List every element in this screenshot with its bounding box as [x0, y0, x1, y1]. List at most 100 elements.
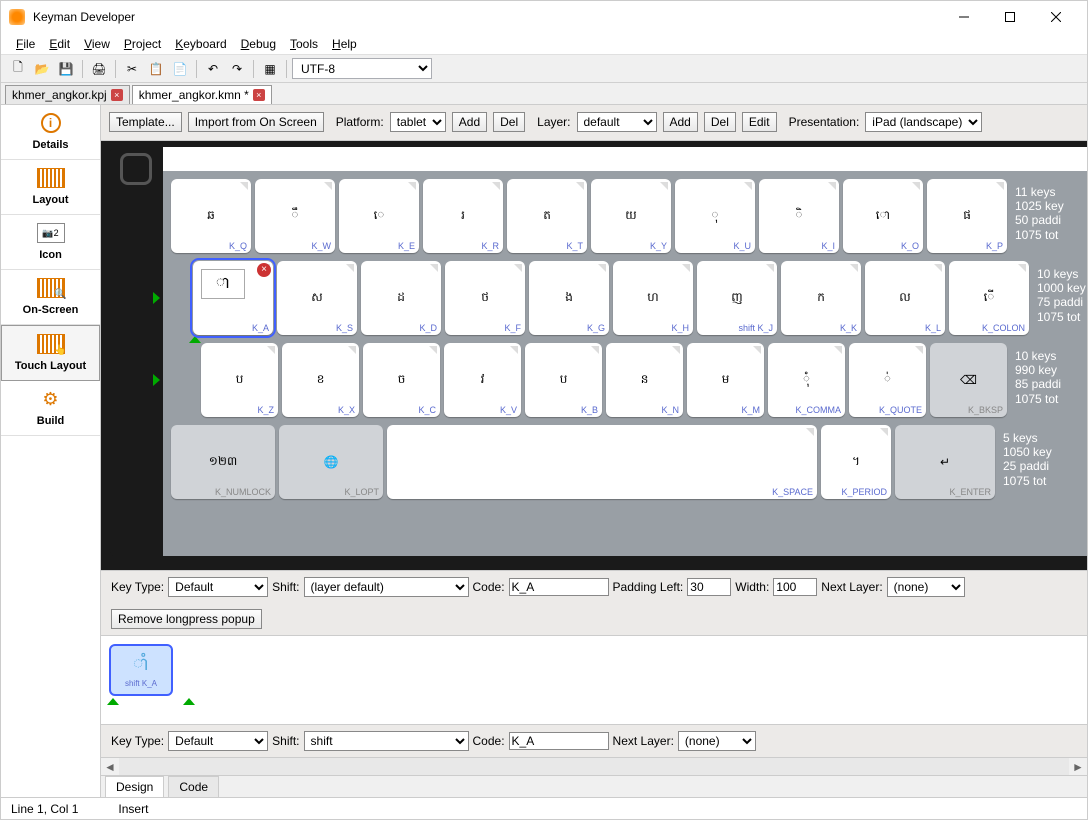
key-k_y[interactable]: យK_Y [591, 179, 671, 253]
key-k_space[interactable]: K_SPACE [387, 425, 817, 499]
key-k_f[interactable]: ថK_F [445, 261, 525, 335]
remove-longpress-button[interactable]: Remove longpress popup [111, 609, 262, 629]
nav-details[interactable]: iDetails [1, 105, 100, 160]
key-k_g[interactable]: ងK_G [529, 261, 609, 335]
layer-select[interactable]: default [577, 112, 657, 132]
key-k_u[interactable]: ុK_U [675, 179, 755, 253]
run-icon[interactable]: ▦ [259, 58, 281, 80]
key-k_i[interactable]: ិK_I [759, 179, 839, 253]
tab-kmn[interactable]: khmer_angkor.kmn *× [132, 85, 272, 104]
key-k_d[interactable]: ដK_D [361, 261, 441, 335]
padding-input[interactable] [687, 578, 731, 596]
print-icon[interactable]: 🖨 [88, 58, 110, 80]
key-delete-icon[interactable]: × [257, 263, 271, 277]
add-row-marker-icon[interactable] [153, 292, 160, 304]
keytype-select[interactable]: Default [168, 577, 268, 597]
key-k_a[interactable]: K_A×ា [193, 261, 273, 335]
nav-layout[interactable]: Layout [1, 160, 100, 215]
shift-select[interactable]: shift [304, 731, 469, 751]
key-shift k_j[interactable]: ញshift K_J [697, 261, 777, 335]
width-input[interactable] [773, 578, 817, 596]
key-k_bksp[interactable]: ⌫K_BKSP [930, 343, 1007, 417]
copy-icon[interactable]: 📋 [145, 58, 167, 80]
layer-edit-button[interactable]: Edit [742, 112, 777, 132]
key-k_s[interactable]: សK_S [277, 261, 357, 335]
key-k_e[interactable]: េK_E [339, 179, 419, 253]
import-button[interactable]: Import from On Screen [188, 112, 324, 132]
key-k_v[interactable]: វK_V [444, 343, 521, 417]
open-icon[interactable]: 📂 [31, 58, 53, 80]
horizontal-scrollbar[interactable]: ◄ ► [101, 757, 1087, 775]
maximize-button[interactable] [987, 1, 1033, 33]
presentation-select[interactable]: iPad (landscape) [865, 112, 982, 132]
longpress-key[interactable]: ាំ shift K_A [109, 644, 173, 696]
key-k_c[interactable]: ចK_C [363, 343, 440, 417]
nav-onscreen[interactable]: 🔍On-Screen [1, 270, 100, 325]
menu-edit[interactable]: Edit [42, 37, 77, 51]
key-k_x[interactable]: ខK_X [282, 343, 359, 417]
code-tab[interactable]: Code [168, 776, 219, 797]
menu-keyboard[interactable]: Keyboard [168, 37, 233, 51]
add-row-marker-icon[interactable] [153, 374, 160, 386]
redo-icon[interactable]: ↷ [226, 58, 248, 80]
code-input[interactable] [509, 732, 609, 750]
key-k_r[interactable]: រK_R [423, 179, 503, 253]
key-k_enter[interactable]: ↵K_ENTER [895, 425, 995, 499]
tab-kpj[interactable]: khmer_angkor.kpj× [5, 85, 130, 104]
add-marker-icon[interactable] [107, 698, 119, 705]
menu-tools[interactable]: Tools [283, 37, 325, 51]
key-k_o[interactable]: ោK_O [843, 179, 923, 253]
key-k_q[interactable]: ឆK_Q [171, 179, 251, 253]
scroll-right-icon[interactable]: ► [1069, 758, 1087, 775]
key-k_quote[interactable]: ់K_QUOTE [849, 343, 926, 417]
nav-icon[interactable]: 📷2Icon [1, 215, 100, 270]
nextlayer-select[interactable]: (none) [678, 731, 756, 751]
key-k_z[interactable]: បK_Z [201, 343, 278, 417]
add-row-marker-icon[interactable] [189, 336, 201, 343]
key-k_k[interactable]: កK_K [781, 261, 861, 335]
key-k_n[interactable]: នK_N [606, 343, 683, 417]
key-k_period[interactable]: ។K_PERIOD [821, 425, 891, 499]
nextlayer-select[interactable]: (none) [887, 577, 965, 597]
key-k_numlock[interactable]: ១២៣K_NUMLOCK [171, 425, 275, 499]
layer-add-button[interactable]: Add [663, 112, 698, 132]
platform-del-button[interactable]: Del [493, 112, 525, 132]
code-input[interactable] [509, 578, 609, 596]
platform-add-button[interactable]: Add [452, 112, 487, 132]
menu-debug[interactable]: Debug [234, 37, 283, 51]
key-k_comma[interactable]: ុំK_COMMA [768, 343, 845, 417]
undo-icon[interactable]: ↶ [202, 58, 224, 80]
menu-file[interactable]: File [9, 37, 42, 51]
nav-touchlayout[interactable]: 👆Touch Layout [1, 325, 100, 381]
key-k_h[interactable]: ហK_H [613, 261, 693, 335]
close-button[interactable] [1033, 1, 1079, 33]
menu-view[interactable]: View [77, 37, 117, 51]
encoding-select[interactable]: UTF-8 [292, 58, 432, 79]
layer-del-button[interactable]: Del [704, 112, 736, 132]
key-k_colon[interactable]: ើK_COLON [949, 261, 1029, 335]
save-icon[interactable]: 💾 [55, 58, 77, 80]
minimize-button[interactable] [941, 1, 987, 33]
key-k_l[interactable]: លK_L [865, 261, 945, 335]
template-button[interactable]: Template... [109, 112, 182, 132]
shift-select[interactable]: (layer default) [304, 577, 469, 597]
key-k_m[interactable]: មK_M [687, 343, 764, 417]
platform-select[interactable]: tablet [390, 112, 446, 132]
paste-icon[interactable]: 📄 [169, 58, 191, 80]
design-tab[interactable]: Design [105, 776, 164, 797]
add-marker-icon[interactable] [183, 698, 195, 705]
keytype-select[interactable]: Default [168, 731, 268, 751]
scroll-left-icon[interactable]: ◄ [101, 758, 119, 775]
nav-build[interactable]: ⚙Build [1, 381, 100, 436]
menu-help[interactable]: Help [325, 37, 364, 51]
key-k_b[interactable]: បK_B [525, 343, 602, 417]
tab-close-icon[interactable]: × [253, 89, 265, 101]
key-k_p[interactable]: ផK_P [927, 179, 1007, 253]
key-k_w[interactable]: ឹK_W [255, 179, 335, 253]
tab-close-icon[interactable]: × [111, 89, 123, 101]
cut-icon[interactable]: ✂ [121, 58, 143, 80]
key-k_t[interactable]: តK_T [507, 179, 587, 253]
new-icon[interactable]: 🗋 [7, 58, 29, 80]
menu-project[interactable]: Project [117, 37, 168, 51]
key-k_lopt[interactable]: 🌐K_LOPT [279, 425, 383, 499]
